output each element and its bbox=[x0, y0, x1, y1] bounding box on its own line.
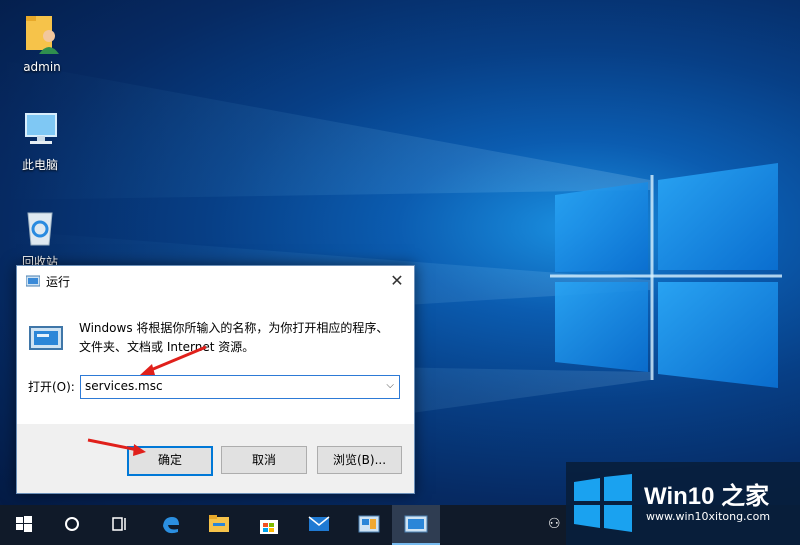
annotation-arrows bbox=[87, 345, 207, 456]
start-icon bbox=[16, 516, 32, 532]
edge-icon bbox=[163, 517, 179, 534]
arrow-head bbox=[140, 364, 155, 375]
cortana-icon bbox=[65, 517, 79, 531]
run-icon bbox=[404, 515, 428, 533]
start-button[interactable] bbox=[2, 505, 46, 545]
task-view-button[interactable] bbox=[98, 505, 142, 545]
file-explorer-button[interactable] bbox=[196, 505, 240, 545]
control-panel-button[interactable] bbox=[346, 505, 390, 545]
people-icon[interactable]: ⚇ bbox=[548, 516, 561, 532]
arrow-head bbox=[133, 444, 146, 456]
watermark-url: www.win10xitong.com bbox=[646, 510, 771, 523]
store-icon bbox=[260, 520, 278, 534]
file-explorer-icon bbox=[209, 515, 229, 532]
mail-button[interactable] bbox=[296, 505, 340, 545]
task-view-icon bbox=[112, 517, 126, 531]
watermark-brand: Win10 之家 bbox=[644, 483, 770, 510]
edge-button[interactable] bbox=[148, 505, 192, 545]
control-panel-icon bbox=[358, 515, 380, 533]
arrow-to-input bbox=[145, 345, 207, 374]
windows-logo-icon bbox=[574, 474, 632, 532]
arrow-to-ok bbox=[87, 438, 139, 452]
mail-icon bbox=[308, 516, 330, 531]
store-button[interactable] bbox=[246, 505, 290, 545]
run-taskbar-button[interactable] bbox=[392, 505, 440, 545]
cortana-button[interactable] bbox=[50, 505, 94, 545]
watermark: Win10 之家 www.win10xitong.com bbox=[566, 462, 800, 545]
